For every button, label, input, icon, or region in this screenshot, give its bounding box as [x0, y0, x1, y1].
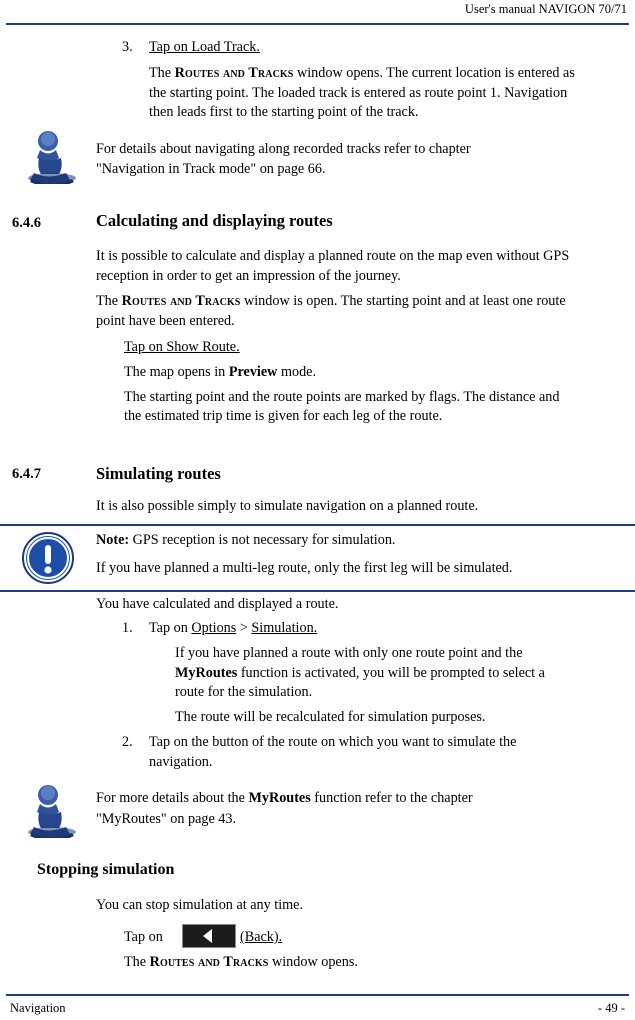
- chess-pawn-figure-icon-2: [18, 782, 84, 841]
- options-link[interactable]: Options: [191, 620, 236, 636]
- back-button-label[interactable]: (Back).: [240, 928, 360, 948]
- p2-pre: The: [96, 293, 122, 309]
- step3-para-pre: The: [149, 65, 175, 81]
- section-646-paragraph-1: It is possible to calculate and display …: [96, 248, 570, 284]
- step1-number: 1.: [122, 620, 133, 636]
- step1-pre: Tap on: [149, 620, 192, 636]
- back-result-text: The Routes and Tracks window opens.: [124, 953, 564, 973]
- step3-paragraph: The Routes and Tracks window opens. The …: [149, 64, 581, 123]
- note-line-1: Note: GPS reception is not necessary for…: [96, 531, 574, 551]
- myroutes-hint-line2: "MyRoutes" on page 43.: [96, 811, 237, 827]
- step3-number: 3.: [122, 39, 133, 55]
- section-647-title: Simulating routes: [96, 464, 221, 483]
- note-line-2: If you have planned a multi-leg route, o…: [96, 560, 513, 576]
- preview-bold: Preview: [228, 364, 278, 380]
- track-hint-line1: For details about navigating along recor…: [96, 141, 471, 157]
- myroutes-bold-1: MyRoutes: [175, 664, 238, 681]
- show-route-result-2: The starting point and the route points …: [124, 389, 560, 424]
- hint-pre: For more details about the: [96, 790, 249, 806]
- header-title: User's manual NAVIGON 70/71: [464, 2, 627, 16]
- exclamation-circle-icon: [22, 532, 74, 584]
- section-647-prerequisite: You have calculated and displayed a rout…: [96, 596, 339, 612]
- myroutes-bold-2: MyRoutes: [248, 790, 311, 806]
- step1-sub-1: If you have planned a route with only on…: [175, 644, 575, 703]
- header-divider: [6, 23, 629, 25]
- chess-pawn-figure-icon: [18, 128, 84, 187]
- stopping-paragraph: You can stop simulation at any time.: [96, 897, 304, 913]
- manual-page: User's manual NAVIGON 70/71 3. Tap on Lo…: [0, 0, 635, 1020]
- routes-and-tracks-smallcaps-3: Routes and Tracks: [149, 954, 269, 970]
- preview-pre: The map opens in: [124, 364, 229, 380]
- back-step-pre: Tap on: [124, 929, 163, 945]
- section-646-paragraph-2: The Routes and Tracks window is open. Th…: [96, 292, 574, 331]
- back-arrow-button-icon[interactable]: [182, 924, 236, 948]
- simulation-link[interactable]: Simulation.: [251, 620, 317, 636]
- stopping-simulation-heading: Stopping simulation: [37, 861, 175, 878]
- footer-page-number: - 49 -: [597, 1001, 625, 1015]
- preview-post: mode.: [277, 364, 317, 380]
- sub1-pre: If you have planned a route with only on…: [175, 645, 523, 661]
- section-646-number: 6.4.6: [12, 215, 41, 231]
- footer-section-label: Navigation: [10, 1001, 66, 1015]
- step1-sub-2: The route will be recalculated for simul…: [175, 709, 486, 725]
- note-label: Note:: [96, 532, 130, 548]
- section-646-title: Calculating and displaying routes: [96, 211, 333, 230]
- hint-post: function refer to the chapter: [310, 790, 473, 806]
- step1-sep: >: [236, 620, 252, 636]
- note-text: GPS reception is not necessary for simul…: [129, 532, 396, 548]
- step1-instruction: Tap on Options > Simulation.: [149, 619, 549, 639]
- show-route-result-1: The map opens in Preview mode.: [124, 363, 564, 383]
- step2-number: 2.: [122, 734, 133, 750]
- note-box-middle-divider: [0, 590, 635, 592]
- section-647-number: 6.4.7: [12, 466, 41, 482]
- back-result-post: window opens.: [268, 954, 358, 970]
- myroutes-hint-line1: For more details about the MyRoutes func…: [96, 789, 566, 809]
- step2-instruction: Tap on the button of the route on which …: [149, 734, 517, 770]
- track-hint-line2: "Navigation in Track mode" on page 66.: [96, 161, 326, 177]
- back-result-pre: The: [124, 954, 150, 970]
- section-647-paragraph-1: It is also possible simply to simulate n…: [96, 498, 479, 514]
- routes-and-tracks-smallcaps: Routes and Tracks: [174, 65, 294, 81]
- note-box-top-divider: [0, 524, 635, 526]
- footer-divider: [6, 994, 629, 996]
- step3-label[interactable]: Tap on Load Track.: [149, 38, 549, 58]
- show-route-step-label[interactable]: Tap on Show Route.: [124, 338, 424, 358]
- page-header: User's manual NAVIGON 70/71: [0, 0, 635, 26]
- routes-and-tracks-smallcaps-2: Routes and Tracks: [121, 293, 241, 309]
